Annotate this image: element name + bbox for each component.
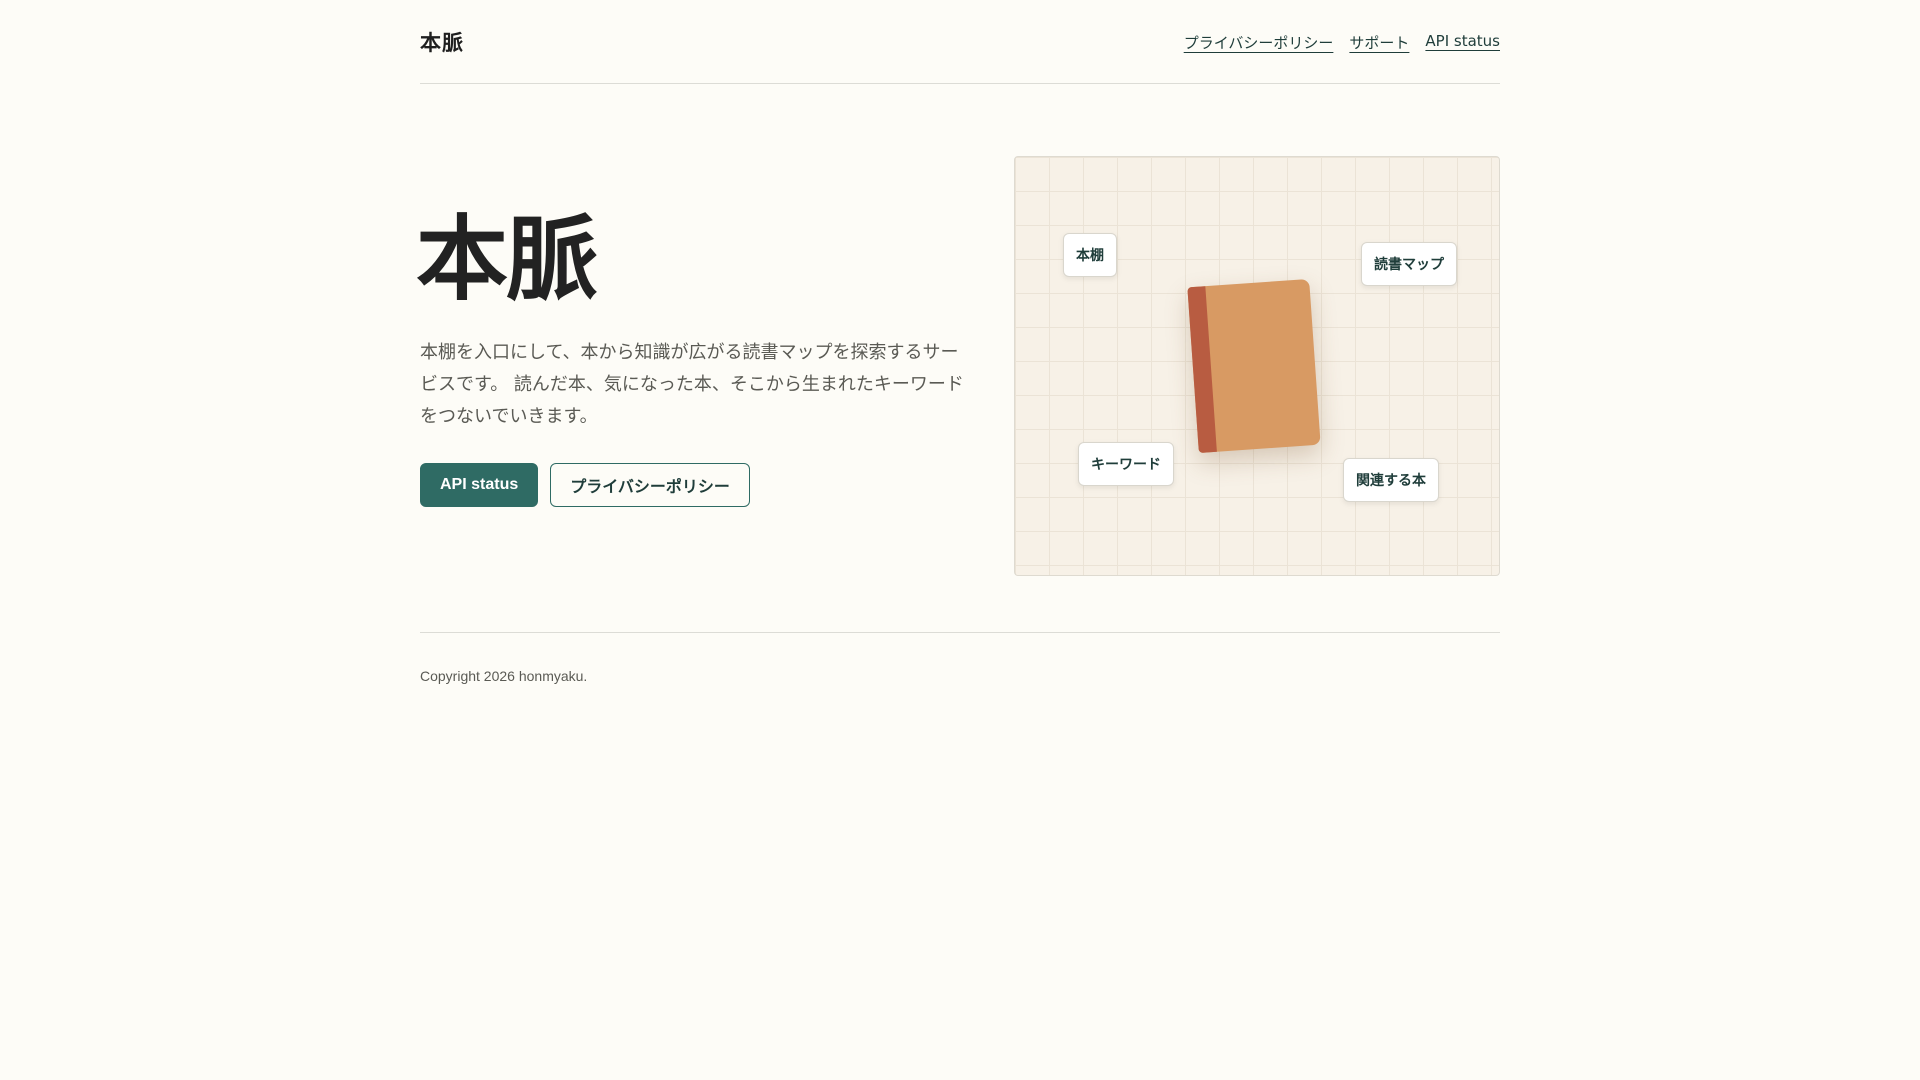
privacy-policy-button[interactable]: プライバシーポリシー (550, 463, 750, 507)
hero-description: 本棚を入口にして、本から知識が広がる読書マップを探索するサービスです。 読んだ本… (420, 342, 964, 427)
chip-related-books: 関連する本 (1343, 458, 1439, 502)
chip-reading-map: 読書マップ (1361, 242, 1457, 286)
api-status-button[interactable]: API status (420, 463, 539, 507)
hero-title: 本脈 (416, 206, 598, 313)
hero-buttons: API status プライバシーポリシー (420, 463, 750, 507)
nav-link-privacy-policy[interactable]: プライバシーポリシー (1184, 32, 1334, 53)
chip-bookshelf: 本棚 (1063, 233, 1117, 277)
chip-keyword: キーワード (1078, 442, 1174, 486)
site-header: 本脈 プライバシーポリシー サポート API status (420, 0, 1500, 84)
reading-map-illustration: 本棚 読書マップ キーワード 関連する本 (1014, 156, 1500, 576)
nav-link-support[interactable]: サポート (1349, 32, 1409, 53)
site-footer: Copyright 2026 honmyaku. (420, 632, 1500, 684)
book-icon (1187, 278, 1321, 454)
hero-section: 本脈 本棚を入口にして、本から知識が広がる読書マップを探索するサービスです。 読… (416, 84, 1500, 632)
brand-logo[interactable]: 本脈 (420, 27, 464, 57)
nav-link-api-status[interactable]: API status (1425, 32, 1500, 53)
copyright-text: Copyright 2026 honmyaku. (420, 668, 588, 684)
header-nav: プライバシーポリシー サポート API status (1184, 32, 1500, 53)
page: 本脈 プライバシーポリシー サポート API status 本脈 本棚を入口にし… (416, 0, 1500, 684)
